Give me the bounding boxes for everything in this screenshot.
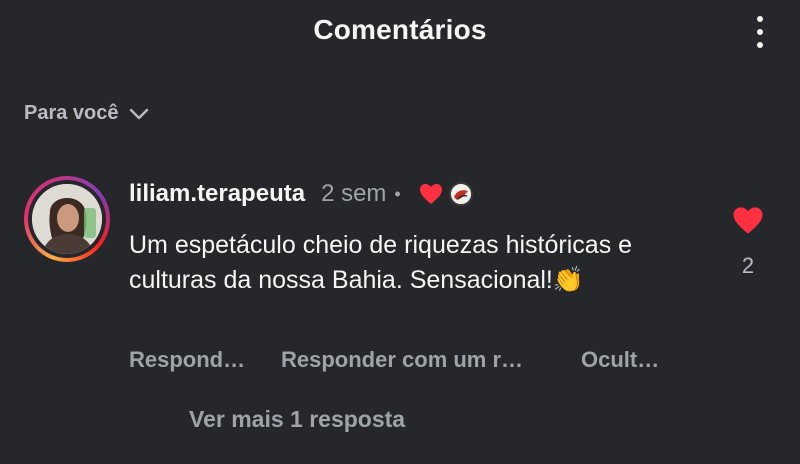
creator-liked-heart-icon	[419, 184, 442, 204]
like-button[interactable]: 2	[728, 206, 768, 279]
comment-header: liliam.terapeuta 2 sem •	[129, 180, 473, 208]
heart-icon[interactable]	[732, 206, 764, 235]
sort-filter-label: Para você	[24, 102, 119, 124]
reply-with-photo-button[interactable]: Responder com um r…	[281, 347, 523, 373]
page-title: Comentários	[313, 14, 487, 45]
avatar[interactable]	[24, 176, 110, 262]
comment-timestamp: 2 sem	[321, 180, 387, 207]
more-vertical-icon[interactable]	[748, 12, 772, 52]
comment-text: Um espetáculo cheio de riquezas históric…	[129, 231, 633, 294]
chevron-down-icon	[129, 108, 148, 119]
comments-screen: Comentários Para você liliam.terapeuta 2…	[0, 0, 800, 464]
view-more-replies-button[interactable]: Ver mais 1 resposta	[189, 406, 405, 433]
avatar-photo	[32, 184, 102, 254]
separator-dot: •	[394, 183, 401, 204]
sort-filter-dropdown[interactable]: Para você	[24, 102, 149, 125]
like-count: 2	[741, 253, 755, 278]
hide-button[interactable]: Ocult…	[581, 347, 659, 373]
comment-username[interactable]: liliam.terapeuta	[129, 180, 305, 208]
creator-avatar-icon	[448, 182, 473, 206]
reply-button[interactable]: Respond…	[129, 347, 245, 373]
